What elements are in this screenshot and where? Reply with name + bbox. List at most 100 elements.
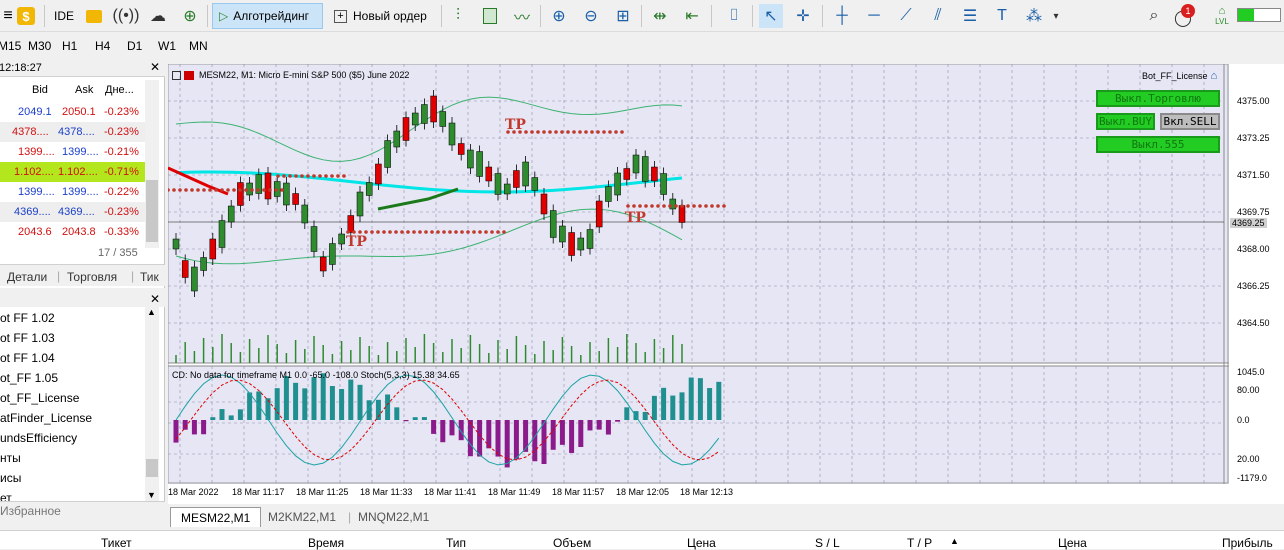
sort-icon[interactable]: ▲ [950, 536, 959, 546]
trendline-icon[interactable]: ⟋ [894, 4, 918, 28]
nav-item[interactable]: исы [0, 471, 21, 485]
histogram-bar [624, 407, 630, 420]
market-watch-row[interactable]: 2043.6 2043.8 -0.33% [0, 222, 145, 242]
chart-menu-icon[interactable] [172, 70, 181, 80]
col-volume[interactable]: Объем [553, 536, 591, 550]
tf-h4[interactable]: H4 [95, 39, 110, 53]
chart-window[interactable]: TP TP TP MESM22, M1: Micro E-mini S&P 500 … [168, 64, 1229, 484]
tf-m15[interactable]: M15 [0, 39, 21, 53]
nav-item[interactable]: нты [0, 451, 21, 465]
col-type[interactable]: Тип [446, 536, 466, 550]
nav-item[interactable]: atFinder_License [0, 411, 92, 425]
zoom-out-icon[interactable]: ⊖ [579, 4, 603, 28]
grid-icon[interactable]: ⊞ [611, 4, 635, 28]
histogram-bar [651, 395, 657, 420]
nav-item[interactable]: ot FF 1.02 [0, 311, 55, 325]
vertical-line-icon[interactable]: ┼ [830, 4, 854, 28]
tab-ticks[interactable]: Тик [140, 270, 159, 284]
tab-mnqm22[interactable]: MNQM22,M1 [348, 507, 439, 527]
tab-details[interactable]: Детали [7, 270, 47, 284]
line-chart-icon[interactable]: 〰 [510, 4, 534, 28]
signal-icon[interactable]: ((•)) [113, 4, 140, 28]
chevron-up-icon[interactable]: ▲ [147, 307, 156, 317]
chart-shift-icon[interactable]: ⇤ [680, 4, 704, 28]
text-icon[interactable]: T [990, 4, 1014, 28]
cursor-icon[interactable]: ↖ [759, 4, 783, 28]
candle [623, 168, 631, 180]
tf-m30[interactable]: M30 [28, 39, 51, 53]
col-price-current[interactable]: Цена [1058, 536, 1087, 550]
col-time[interactable]: Время [308, 536, 344, 550]
fibonacci-icon[interactable]: ☰ [958, 4, 982, 28]
tf-mn[interactable]: MN [189, 39, 208, 53]
navigator-scrollbar[interactable]: ▲ ▼ [145, 307, 159, 503]
candle [641, 156, 649, 182]
crosshair-icon[interactable]: ✛ [791, 4, 815, 28]
briefcase-icon[interactable] [82, 4, 106, 28]
col-tp[interactable]: T / P [907, 536, 932, 550]
market-watch-row-selected[interactable]: 1.102.... 1.102.... -0.71% [0, 162, 145, 182]
market-watch-row[interactable]: 4378.... 4378.... -0.23% [0, 122, 145, 142]
col-sl[interactable]: S / L [815, 536, 840, 550]
chevron-down-icon[interactable]: ▾ [1044, 4, 1068, 28]
notification-icon[interactable]: ◯ 1 [1172, 4, 1196, 28]
chart-canvas[interactable]: TP TP TP [168, 64, 1229, 484]
scroll-thumb[interactable] [146, 459, 158, 477]
new-order-button[interactable]: + Новый ордер [327, 3, 434, 29]
zoom-in-icon[interactable]: ⊕ [547, 4, 571, 28]
nav-item[interactable]: ot FF 1.03 [0, 331, 55, 345]
vps-level-icon[interactable]: ⌂ LVL [1213, 6, 1231, 27]
ide-button[interactable]: IDE [47, 3, 81, 29]
candle [430, 95, 437, 123]
scroll-thumb[interactable] [146, 180, 158, 242]
cloud-icon[interactable]: ☁ [146, 4, 170, 28]
tab-trading[interactable]: Торговля [67, 270, 117, 284]
tab-mesm22[interactable]: MESM22,M1 [170, 507, 262, 527]
candle [632, 154, 640, 174]
market-watch-row[interactable]: 4369.... 4369.... -0.23% [0, 202, 145, 222]
col-profit[interactable]: Прибыль [1222, 536, 1273, 550]
horizontal-line-icon[interactable]: ─ [862, 4, 886, 28]
histogram-bar [504, 420, 510, 468]
battery-icon [1237, 8, 1281, 22]
candle [347, 215, 355, 233]
close-icon[interactable]: ✕ [150, 292, 160, 306]
col-ticket[interactable]: Тикет [101, 536, 132, 550]
time-axis[interactable]: 18 Mar 2022 18 Mar 11:17 18 Mar 11:25 18… [168, 484, 1284, 504]
buy-off-button[interactable]: Выкл.BUY [1096, 113, 1155, 130]
nav-item[interactable]: ot_FF_License [0, 391, 79, 405]
tp-dot [478, 230, 482, 234]
algotrading-button[interactable]: ▷ Алготрейдинг [212, 3, 323, 29]
screenshot-icon[interactable]: ⌷ [722, 4, 746, 28]
trading-off-button[interactable]: Выкл.Торговлю [1096, 90, 1220, 107]
dollar-icon[interactable]: $ [14, 4, 38, 28]
chevron-down-icon[interactable]: ▼ [147, 490, 156, 500]
candle-chart-icon[interactable] [478, 4, 502, 28]
sell-on-button[interactable]: Вкл.SELL [1160, 113, 1220, 130]
nav-item[interactable]: undsEfficiency [0, 431, 77, 445]
tab-m2km22[interactable]: M2KM22,M1 [258, 507, 346, 527]
nav-item[interactable]: ot FF 1.04 [0, 351, 55, 365]
autoscroll-icon[interactable]: ⇹ [648, 4, 672, 28]
search-icon[interactable]: ⌕ [1142, 4, 1166, 28]
price-axis[interactable]: 4375.00 4373.25 4371.50 4369.75 4369.25 … [1229, 64, 1284, 484]
market-watch-scrollbar[interactable] [145, 80, 159, 248]
tp-dot [342, 174, 346, 178]
shapes-icon[interactable]: ⁂ [1022, 4, 1046, 28]
tf-w1[interactable]: W1 [158, 39, 176, 53]
candle [549, 210, 557, 238]
tab-favorites[interactable]: Избранное [0, 504, 61, 518]
col-price[interactable]: Цена [687, 536, 716, 550]
market-watch-row[interactable]: 2049.1 2050.1 -0.23% [0, 102, 145, 122]
channel-icon[interactable]: ⫽ [926, 4, 950, 28]
market-watch-row[interactable]: 1399.... 1399.... -0.22% [0, 182, 145, 202]
close-icon[interactable]: ✕ [150, 60, 160, 74]
globe-add-icon[interactable]: ⊕ [178, 4, 202, 28]
histogram-bar [191, 420, 197, 435]
market-watch-row[interactable]: 1399.... 1399.... -0.21% [0, 142, 145, 162]
tf-h1[interactable]: H1 [62, 39, 77, 53]
nav-item[interactable]: ot_FF 1.05 [0, 371, 58, 385]
bar-chart-icon[interactable]: ⫶ [446, 4, 470, 28]
tf-d1[interactable]: D1 [127, 39, 142, 53]
s555-off-button[interactable]: Выкл.555 [1096, 136, 1220, 153]
